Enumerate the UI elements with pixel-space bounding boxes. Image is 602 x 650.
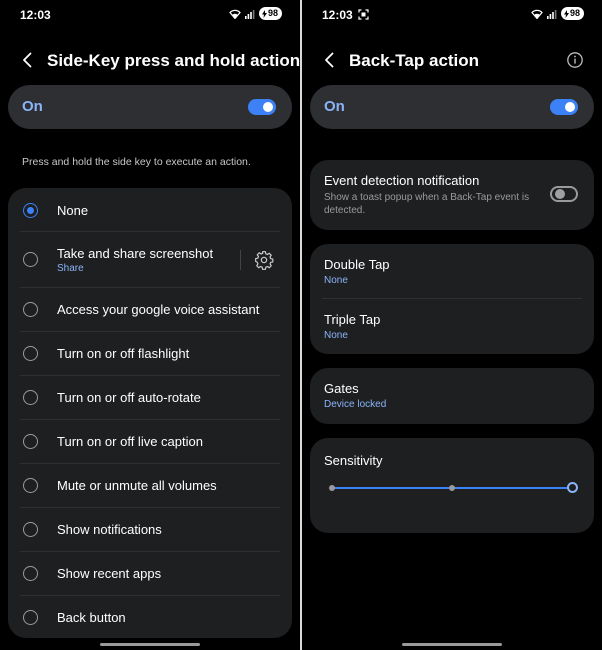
gates-value: Device locked [324,399,387,410]
slider-step-1 [329,485,335,491]
option-label: Mute or unmute all volumes [57,478,217,493]
option-screenshot[interactable]: Take and share screenshot Share [8,232,292,288]
status-icons: 98 [229,7,282,20]
option-flashlight[interactable]: Turn on or off flashlight [8,332,292,376]
option-label: Show notifications [57,522,162,537]
battery-indicator: 98 [258,7,282,20]
master-toggle-label: On [324,98,345,115]
option-label: Back button [57,610,126,625]
status-time: 12:03 [322,8,353,22]
battery-indicator: 98 [560,7,584,20]
status-time: 12:03 [20,8,51,22]
back-tap-screen: 12:03 98 Back-Tap action On Event detect… [302,0,602,650]
option-none[interactable]: None [8,188,292,232]
app-bar: Side-Key press and hold action [0,42,300,78]
radio-button[interactable] [23,478,38,493]
gesture-nav-bar[interactable] [100,643,200,646]
master-toggle-bar[interactable]: On [8,85,292,129]
gates-card[interactable]: Gates Device locked [310,368,594,424]
option-label: Access your google voice assistant [57,302,260,317]
radio-button[interactable] [23,203,38,218]
screenshot-icon [358,9,369,20]
gates-title: Gates [324,381,359,396]
double-tap-item[interactable]: Double Tap None [310,244,594,299]
option-recent-apps[interactable]: Show recent apps [8,552,292,596]
slider-step-2 [449,485,455,491]
double-tap-value: None [324,275,348,286]
double-tap-title: Double Tap [324,257,390,272]
battery-level: 98 [267,8,278,18]
charging-bolt-icon [261,9,267,18]
status-bar: 12:03 98 [0,0,300,30]
radio-button[interactable] [23,522,38,537]
app-bar: Back-Tap action [302,42,602,78]
page-title: Side-Key press and hold action [47,51,300,70]
option-back-button[interactable]: Back button [8,596,292,640]
sensitivity-title: Sensitivity [324,453,383,468]
signal-icon [546,9,557,19]
gear-icon[interactable] [254,250,274,270]
sensitivity-slider[interactable] [328,480,578,496]
slider-thumb[interactable] [566,482,578,493]
status-bar: 12:03 98 [302,0,602,30]
option-live-caption[interactable]: Turn on or off live caption [8,420,292,464]
option-show-notifications[interactable]: Show notifications [8,508,292,552]
sensitivity-card: Sensitivity [310,438,594,533]
radio-button[interactable] [23,610,38,625]
event-detection-subtitle: Show a toast popup when a Back-Tap event… [324,192,530,216]
action-options-list: None Take and share screenshot Share Acc… [8,188,292,638]
option-label: Take and share screenshot [57,246,214,261]
page-title: Back-Tap action [349,51,480,70]
radio-button[interactable] [23,434,38,449]
charging-bolt-icon [563,9,569,18]
option-sublabel: Share [57,263,84,274]
battery-level: 98 [569,8,580,18]
option-label: Turn on or off flashlight [57,346,190,361]
master-toggle-switch[interactable] [550,99,578,115]
event-detection-switch[interactable] [550,186,578,202]
radio-button[interactable] [23,252,38,267]
gesture-nav-bar[interactable] [402,643,502,646]
triple-tap-value: None [324,330,348,341]
option-label: Show recent apps [57,566,162,581]
master-toggle-label: On [22,98,43,115]
event-detection-title: Event detection notification [324,173,480,188]
option-mute-volumes[interactable]: Mute or unmute all volumes [8,464,292,508]
option-label: Turn on or off auto-rotate [57,390,201,405]
signal-icon [244,9,255,19]
radio-button[interactable] [23,346,38,361]
master-toggle-switch[interactable] [248,99,276,115]
event-detection-card[interactable]: Event detection notification Show a toas… [310,160,594,230]
status-icons: 98 [531,7,584,20]
option-label: None [57,203,89,218]
option-auto-rotate[interactable]: Turn on or off auto-rotate [8,376,292,420]
option-voice-assistant[interactable]: Access your google voice assistant [8,288,292,332]
wifi-icon [229,9,241,19]
back-arrow-icon[interactable] [18,50,38,70]
triple-tap-item[interactable]: Triple Tap None [310,299,594,354]
description-text: Press and hold the side key to execute a… [22,156,251,168]
radio-button[interactable] [23,390,38,405]
side-key-screen: 12:03 98 Side-Key press and hold action … [0,0,300,650]
wifi-icon [531,9,543,19]
back-arrow-icon[interactable] [320,50,340,70]
option-label: Turn on or off live caption [57,434,203,449]
tap-actions-card: Double Tap None Triple Tap None [310,244,594,354]
info-icon[interactable] [566,51,584,69]
radio-button[interactable] [23,566,38,581]
triple-tap-title: Triple Tap [324,312,381,327]
master-toggle-bar[interactable]: On [310,85,594,129]
radio-button[interactable] [23,302,38,317]
